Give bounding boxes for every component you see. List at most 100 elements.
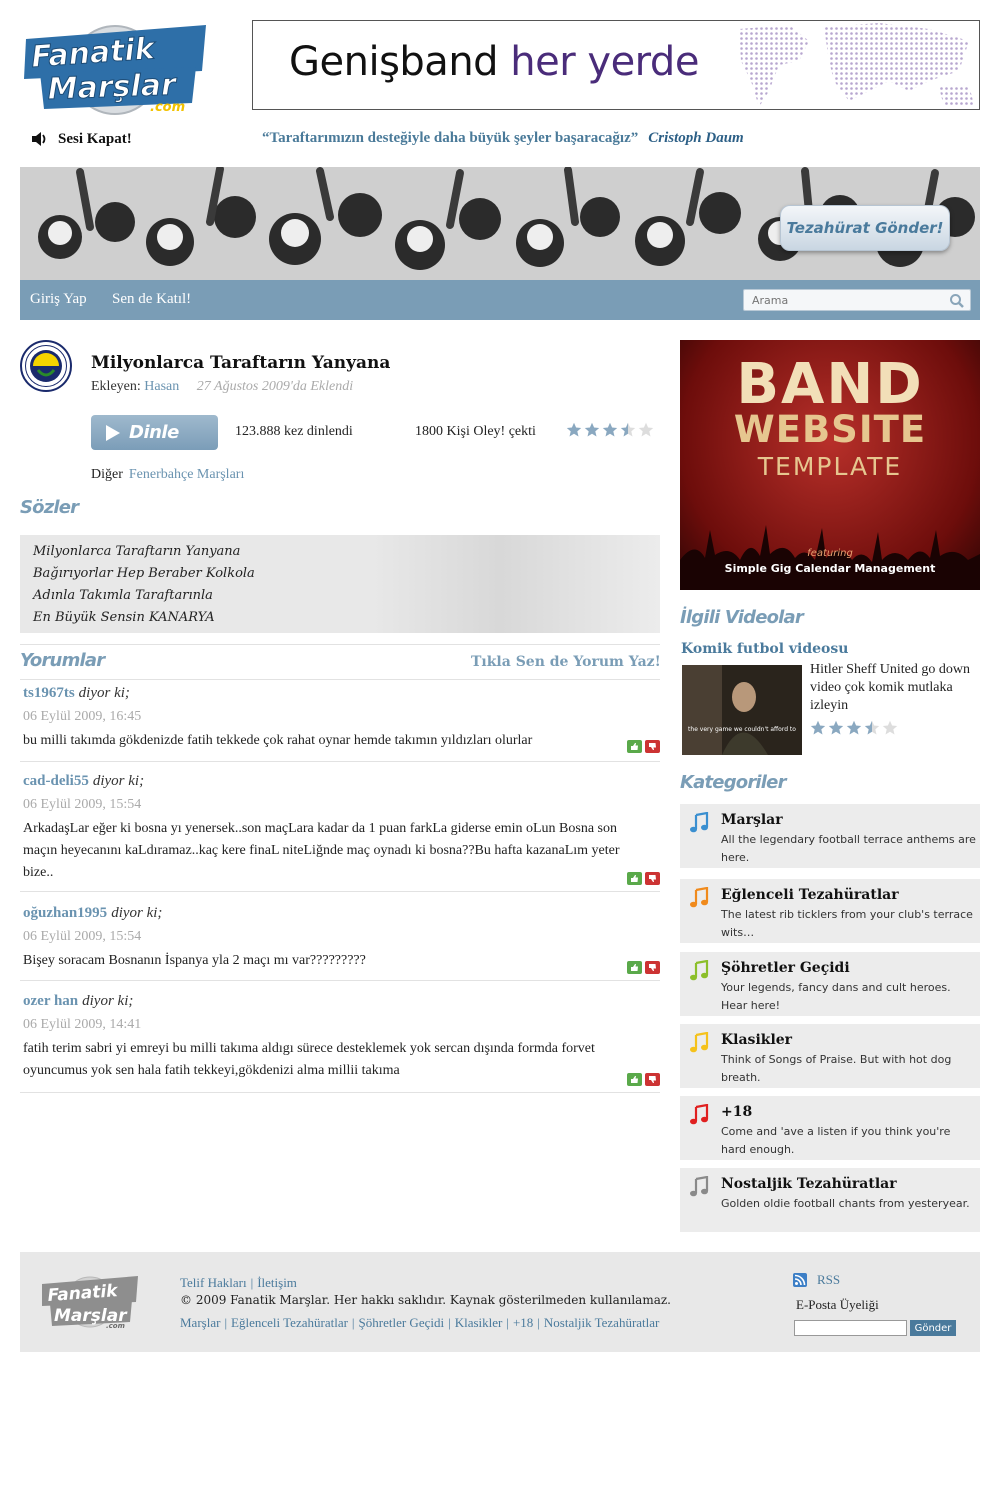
category-item[interactable]: Klasikler Think of Songs of Praise. But w… <box>680 1024 980 1088</box>
comment-author-link[interactable]: cad-deli55 <box>23 773 89 789</box>
ad-line: TEMPLATE <box>757 452 903 481</box>
category-description: The latest rib ticklers from your club's… <box>721 908 973 939</box>
comment-says: diyor ki; <box>82 993 134 1009</box>
login-link[interactable]: Giriş Yap <box>30 291 87 308</box>
comment-votes <box>627 1073 660 1086</box>
thumbs-up-icon[interactable] <box>627 740 642 753</box>
category-item[interactable]: Marşlar All the legendary football terrac… <box>680 804 980 868</box>
listen-count: 123.888 kez dinlendi <box>235 424 353 439</box>
footer-category-link[interactable]: Şöhretler Geçidi <box>359 1315 445 1330</box>
join-link[interactable]: Sen de Katıl! <box>112 291 191 308</box>
comment-item: ozer han diyor ki; 06 Eylül 2009, 14:41 f… <box>20 993 660 1093</box>
thumbs-down-icon[interactable] <box>645 872 660 885</box>
write-comment-link[interactable]: Tıkla Sen de Yorum Yaz! <box>471 654 661 670</box>
mute-toggle[interactable]: Sesi Kapat! <box>30 128 132 150</box>
rss-label: RSS <box>817 1272 841 1287</box>
added-date: 27 Ağustos 2009'da Eklendi <box>196 379 354 394</box>
lyrics-box: Milyonlarca Taraftarın Yanyana Bağırıyor… <box>20 535 660 633</box>
send-chant-button[interactable]: Tezahürat Gönder! <box>780 205 950 251</box>
thumbs-up-icon[interactable] <box>627 961 642 974</box>
category-item[interactable]: Şöhretler Geçidi Your legends, fancy dans… <box>680 952 980 1016</box>
comment-date: 06 Eylül 2009, 16:45 <box>23 709 142 724</box>
comment-author-link[interactable]: oğuzhan1995 <box>23 905 107 921</box>
banner-ad[interactable]: Genişband her yerde <box>252 20 980 110</box>
email-field[interactable] <box>794 1320 907 1336</box>
categories-heading: Kategoriler <box>680 772 786 793</box>
star-icon <box>566 422 582 437</box>
footer-links-top: Telif Hakları | İletişim <box>180 1275 297 1290</box>
footer-category-link[interactable]: Nostaljik Tezahüratlar <box>544 1315 659 1330</box>
added-by: Ekleyen: Hasan 27 Ağustos 2009'da Eklend… <box>91 379 353 395</box>
star-icon <box>620 422 636 437</box>
copyright-text: © 2009 Fanatik Marşlar. Her hakkı saklıd… <box>180 1293 671 1307</box>
ad-line: featuring <box>807 548 853 559</box>
ad-text-b: her yerde <box>510 39 699 85</box>
comment-text: Bişey soracam Bosnanın İspanya yla 2 maç… <box>23 953 366 968</box>
comments-heading: Yorumlar <box>20 650 105 671</box>
other-label: Diğer <box>91 467 123 482</box>
comment-author-link[interactable]: ts1967ts <box>23 685 75 701</box>
added-by-user-link[interactable]: Hasan <box>144 379 179 394</box>
song-rating[interactable] <box>566 422 654 438</box>
other-songs: Diğer Fenerbahçe Marşları <box>91 467 244 483</box>
comment-item: cad-deli55 diyor ki; 06 Eylül 2009, 15:54… <box>20 773 660 892</box>
star-icon <box>602 422 618 437</box>
lyrics-line: Milyonlarca Taraftarın Yanyana <box>33 544 241 559</box>
listen-button[interactable]: Dinle <box>91 415 218 450</box>
category-description: Think of Songs of Praise. But with hot d… <box>721 1053 952 1084</box>
video-description: Hitler Sheff United go down video çok ko… <box>810 662 970 713</box>
comment-votes <box>627 872 660 885</box>
listen-label: Dinle <box>129 422 179 443</box>
category-item[interactable]: Eğlenceli Tezahüratlar The latest rib tic… <box>680 879 980 943</box>
comment-says: diyor ki; <box>92 773 145 789</box>
footer-category-link[interactable]: Eğlenceli Tezahüratlar <box>231 1315 348 1330</box>
music-note-icon <box>690 1176 709 1197</box>
search-icon[interactable] <box>949 293 965 309</box>
thumbs-down-icon[interactable] <box>645 961 660 974</box>
comment-author-link[interactable]: ozer han <box>23 993 78 1009</box>
svg-text:.com: .com <box>106 1322 125 1330</box>
category-name: Marşlar <box>721 812 783 828</box>
search-input[interactable] <box>743 289 971 311</box>
email-send-button[interactable]: Gönder <box>910 1320 956 1336</box>
footer-category-link[interactable]: +18 <box>513 1315 533 1330</box>
star-icon <box>810 720 826 735</box>
svg-text:the very game we couldn't affo: the very game we couldn't afford to <box>688 726 796 733</box>
category-name: Şöhretler Geçidi <box>721 960 850 976</box>
thumbs-up-icon[interactable] <box>627 872 642 885</box>
contact-link[interactable]: İletişim <box>257 1275 297 1290</box>
category-name: Eğlenceli Tezahüratlar <box>721 887 899 903</box>
thumbs-down-icon[interactable] <box>645 740 660 753</box>
footer-category-link[interactable]: Klasikler <box>455 1315 503 1330</box>
lyrics-line: En Büyük Sensin KANARYA <box>33 610 215 625</box>
oley-count: 1800 Kişi Oley! çekti <box>415 424 536 439</box>
footer-category-links: Marşlar | Eğlenceli Tezahüratlar | Şöhretler… <box>180 1315 660 1330</box>
other-songs-link[interactable]: Fenerbahçe Marşları <box>129 467 244 482</box>
music-note-icon <box>690 1032 709 1053</box>
footer-logo[interactable]: Fanatik Marşlar .com <box>40 1270 140 1330</box>
category-item[interactable]: +18 Come and 'ave a listen if you think y… <box>680 1096 980 1160</box>
rss-link[interactable]: RSS <box>793 1272 840 1288</box>
comment-text: bu milli takımda gökdenizde fatih tekked… <box>23 733 533 748</box>
thumbs-up-icon[interactable] <box>627 1073 642 1086</box>
world-map-icon <box>739 23 974 107</box>
comment-votes <box>627 961 660 974</box>
band-template-ad[interactable]: BAND WEBSITE TEMPLATE featuring Simple G… <box>680 340 980 590</box>
video-title-link[interactable]: Komik futbol videosu <box>681 641 848 657</box>
copyright-link[interactable]: Telif Hakları <box>180 1275 247 1290</box>
rss-icon <box>793 1273 807 1287</box>
video-rating <box>810 720 898 736</box>
site-logo[interactable]: Fanatik Marşlar .com <box>20 15 210 115</box>
comment-text: fatih terim sabri yi emreyi bu milli tak… <box>23 1041 595 1078</box>
videos-heading: İlgili Videolar <box>680 607 804 628</box>
comment-says: diyor ki; <box>111 905 163 921</box>
video-thumbnail[interactable]: the very game we couldn't afford to <box>682 665 802 755</box>
category-item[interactable]: Nostaljik Tezahüratlar Golden oldie footb… <box>680 1168 980 1232</box>
comment-date: 06 Eylül 2009, 15:54 <box>23 929 142 944</box>
header-quote: “Taraftarımızın desteğiyle daha büyük şe… <box>262 130 744 147</box>
ad-line: WEBSITE <box>733 408 927 451</box>
category-name: Nostaljik Tezahüratlar <box>721 1176 897 1192</box>
star-icon <box>846 720 862 735</box>
thumbs-down-icon[interactable] <box>645 1073 660 1086</box>
footer-category-link[interactable]: Marşlar <box>180 1315 220 1330</box>
